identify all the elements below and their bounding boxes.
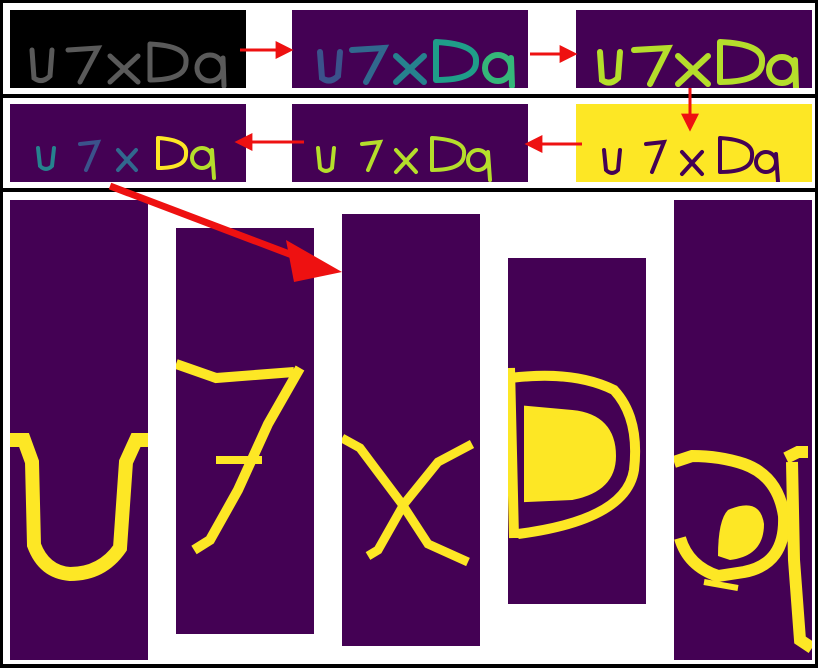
char-segment-x [342,214,480,646]
top-border [0,0,818,3]
char-7-glyph [176,359,305,555]
captcha-threshold-panel [576,10,812,88]
char-segment-7 [176,228,314,634]
char-q-glyph [674,446,812,653]
captcha-viridis-panel [292,10,528,88]
captcha-inverted-glyphs [602,136,780,182]
char-segment-q [674,200,812,660]
row1-divider [0,94,818,98]
bottom-border [0,664,818,668]
char-segment-u [10,200,148,660]
captcha-segmented-color-panel [10,104,246,182]
captcha-inverted-panel [576,104,812,182]
captcha-denoised-glyphs [316,136,492,182]
captcha-viridis-glyphs [317,39,515,88]
captcha-denoised-panel [292,104,528,182]
captcha-segmented-glyphs [36,136,216,180]
row2-divider [0,188,818,192]
left-border [0,0,3,668]
char-x-glyph [342,434,475,567]
captcha-grayscale-panel [10,10,246,88]
captcha-threshold-glyphs [597,39,799,88]
char-u-glyph [10,433,148,582]
captcha-grayscale-glyphs [29,41,227,88]
char-segment-D [508,258,646,604]
char-D-glyph [508,367,641,539]
